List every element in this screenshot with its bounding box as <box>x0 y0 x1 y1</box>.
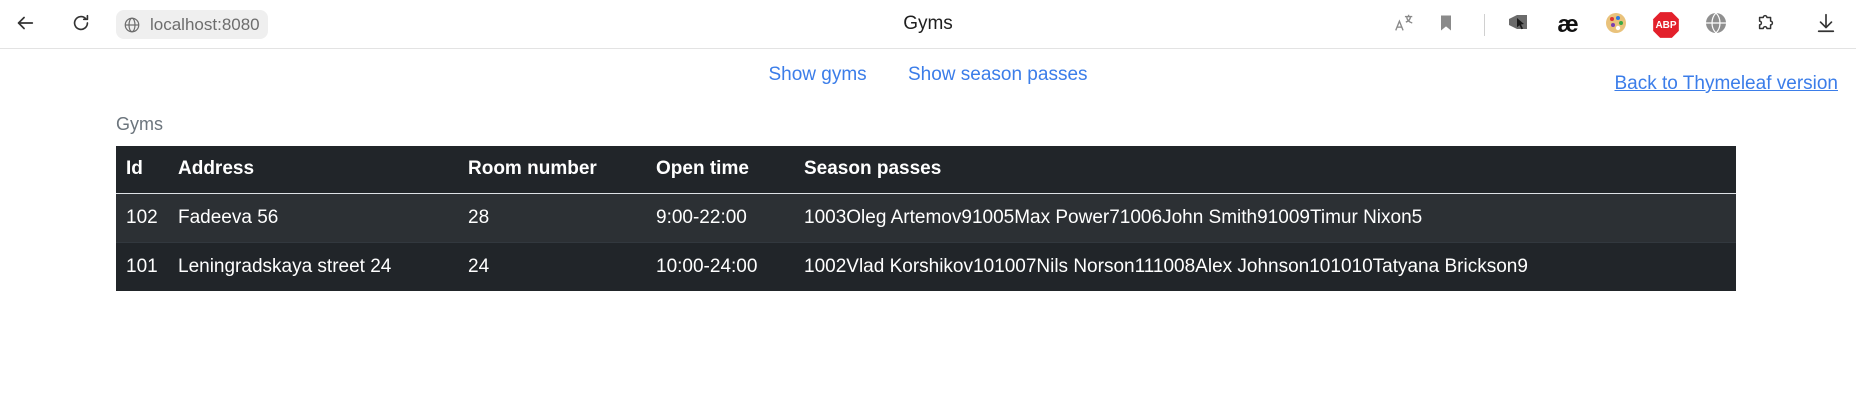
cell-id: 102 <box>116 192 168 242</box>
globe-icon[interactable] <box>122 15 142 35</box>
reload-icon <box>70 12 92 39</box>
web-extension-icon <box>1704 11 1728 40</box>
downloads-button[interactable] <box>1812 11 1840 39</box>
download-icon <box>1815 12 1837 39</box>
cell-open-time: 9:00-22:00 <box>646 192 794 242</box>
web-extension-button[interactable] <box>1702 11 1730 39</box>
cursor-extension-icon <box>1506 11 1530 40</box>
translate-button[interactable] <box>1390 11 1418 39</box>
bookmark-button[interactable] <box>1432 11 1460 39</box>
address-bar[interactable]: localhost:8080 <box>116 10 268 39</box>
cell-room-number: 28 <box>458 192 646 242</box>
extensions-button[interactable] <box>1752 11 1780 39</box>
cell-room-number: 24 <box>458 241 646 291</box>
cell-id: 101 <box>116 241 168 291</box>
reload-button[interactable] <box>66 10 96 40</box>
show-season-passes-link[interactable]: Show season passes <box>908 64 1088 85</box>
url-text: localhost:8080 <box>150 14 260 34</box>
table-row: 102 Fadeeva 56 28 9:00-22:00 1003Oleg Ar… <box>116 192 1736 242</box>
column-header-id: Id <box>116 146 168 194</box>
bookmark-icon <box>1436 13 1456 38</box>
column-header-open-time: Open time <box>646 146 794 194</box>
back-to-thymeleaf-link[interactable]: Back to Thymeleaf version <box>1614 73 1838 95</box>
browser-toolbar: localhost:8080 Gyms æ ABP <box>0 0 1856 49</box>
column-header-address: Address <box>168 146 458 194</box>
ae-extension-icon: æ <box>1557 11 1579 38</box>
ae-extension-button[interactable]: æ <box>1554 11 1582 39</box>
table-row: 101 Leningradskaya street 24 24 10:00-24… <box>116 241 1736 291</box>
cell-open-time: 10:00-24:00 <box>646 241 794 291</box>
cell-address: Leningradskaya street 24 <box>168 241 458 291</box>
section-caption: Gyms <box>116 114 163 134</box>
adblock-plus-icon: ABP <box>1652 11 1680 39</box>
gyms-table: Id Address Room number Open time Season … <box>116 146 1736 291</box>
back-button[interactable] <box>10 10 40 40</box>
puzzle-icon <box>1755 12 1777 39</box>
top-navigation: Show gyms Show season passes <box>0 64 1856 86</box>
arrow-left-icon <box>14 12 36 39</box>
show-gyms-link[interactable]: Show gyms <box>768 64 866 85</box>
palette-extension-icon <box>1604 11 1628 40</box>
table-header-row: Id Address Room number Open time Season … <box>116 146 1736 194</box>
cursor-extension-button[interactable] <box>1504 11 1532 39</box>
palette-extension-button[interactable] <box>1602 11 1630 39</box>
adblock-plus-button[interactable]: ABP <box>1652 11 1680 39</box>
cell-address: Fadeeva 56 <box>168 192 458 242</box>
cell-season-passes: 1003Oleg Artemov91005Max Power71006John … <box>794 192 1736 242</box>
cell-season-passes: 1002Vlad Korshikov101007Nils Norson11100… <box>794 241 1736 291</box>
translate-icon <box>1393 12 1415 39</box>
toolbar-separator <box>1484 14 1485 36</box>
column-header-room-number: Room number <box>458 146 646 194</box>
column-header-season-passes: Season passes <box>794 146 1736 194</box>
